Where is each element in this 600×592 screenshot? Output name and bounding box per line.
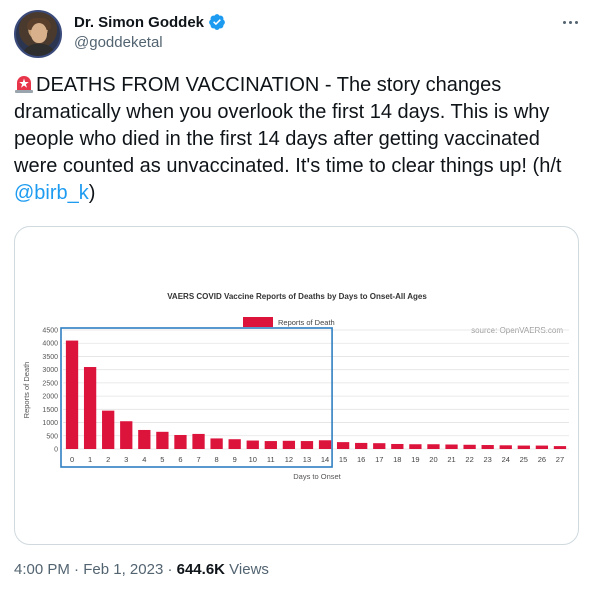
bar-day-5 — [156, 431, 169, 449]
x-tick-label: 10 — [249, 455, 257, 464]
footer-separator: · — [74, 561, 80, 578]
x-tick-label: 27 — [556, 455, 564, 464]
y-tick-label: 3500 — [42, 354, 58, 361]
bar-day-12 — [282, 440, 296, 449]
bar-day-25 — [517, 445, 530, 449]
x-tick-label: 9 — [233, 455, 237, 464]
bar-day-19 — [409, 444, 422, 449]
bar-day-15 — [336, 442, 350, 449]
bar-day-3 — [120, 421, 133, 449]
x-axis-ticks: 0 1 2 3 4 5 6 7 8 9 10 11 12 13 14 15 16 17 18 19 20 21 22 23 24… — [70, 455, 564, 464]
avatar-face — [31, 23, 47, 43]
tweet-footer: 4:00 PM · Feb 1, 2023 · 644.6K Views — [14, 561, 269, 578]
y-tick-label: 2000 — [42, 394, 58, 401]
x-tick-label: 24 — [502, 455, 510, 464]
footer-separator: · — [167, 561, 173, 578]
y-tick-label: 4000 — [42, 341, 58, 348]
bar-day-7 — [192, 433, 205, 449]
chart-image-card[interactable]: VAERS COVID Vaccine Reports of Deaths by… — [14, 226, 579, 545]
x-tick-label: 25 — [520, 455, 528, 464]
x-tick-label: 0 — [70, 455, 74, 464]
tweet-text: DEATHS FROM VACCINATION - The story chan… — [14, 72, 586, 207]
verified-badge-icon — [209, 14, 225, 30]
x-tick-label: 15 — [339, 455, 347, 464]
x-tick-label: 7 — [196, 455, 200, 464]
author-name-row: Dr. Simon Goddek — [74, 13, 226, 31]
mention-link[interactable]: @birb_k — [14, 182, 89, 204]
x-tick-label: 17 — [375, 455, 383, 464]
chart-title: VAERS COVID Vaccine Reports of Deaths by… — [167, 292, 427, 301]
bar-day-4 — [138, 429, 151, 449]
bar-day-26 — [535, 445, 549, 449]
x-tick-label: 16 — [357, 455, 365, 464]
x-tick-label: 5 — [160, 455, 164, 464]
x-tick-label: 4 — [142, 455, 146, 464]
vaers-bar-chart: VAERS COVID Vaccine Reports of Deaths by… — [22, 292, 569, 481]
x-tick-label: 11 — [267, 455, 275, 464]
bar-day-27 — [553, 446, 567, 449]
x-tick-label: 23 — [484, 455, 492, 464]
more-options-icon[interactable] — [558, 12, 582, 32]
bar-day-18 — [391, 443, 404, 449]
x-tick-label: 12 — [285, 455, 293, 464]
x-tick-label: 3 — [124, 455, 128, 464]
bar-day-22 — [463, 444, 476, 449]
bar-day-9 — [228, 439, 241, 449]
siren-icon — [15, 76, 33, 93]
bar-day-17 — [373, 443, 386, 449]
x-tick-label: 14 — [321, 455, 329, 464]
x-tick-label: 2 — [106, 455, 110, 464]
x-tick-label: 1 — [88, 455, 92, 464]
y-tick-label: 1500 — [42, 407, 58, 414]
x-tick-label: 20 — [429, 455, 437, 464]
x-tick-label: 6 — [178, 455, 182, 464]
views-count[interactable]: 644.6K — [177, 561, 225, 578]
y-tick-label: 4500 — [42, 328, 58, 335]
legend-swatch — [243, 317, 273, 327]
tweet-text-main: DEATHS FROM VACCINATION - The story chan… — [14, 74, 562, 177]
y-tick-label: 500 — [46, 433, 58, 440]
y-axis-ticks: 0 500 1000 1500 2000 2500 3000 3500 4000 4500 — [42, 328, 58, 454]
bar-day-0 — [65, 340, 79, 449]
y-tick-label: 2500 — [42, 380, 58, 387]
source-label: source: OpenVAERS.com — [471, 326, 563, 335]
x-tick-label: 26 — [538, 455, 546, 464]
y-axis-label: Reports of Death — [22, 362, 31, 419]
tweet-date[interactable]: Feb 1, 2023 — [83, 561, 163, 578]
y-tick-label: 3000 — [42, 367, 58, 374]
bar-day-13 — [300, 441, 314, 449]
bar-day-6 — [174, 434, 187, 449]
avatar-shirt — [22, 44, 56, 56]
bar-day-1 — [83, 367, 97, 449]
x-tick-label: 19 — [411, 455, 419, 464]
x-tick-label: 18 — [393, 455, 401, 464]
bar-day-14 — [318, 440, 332, 449]
views-label: Views — [229, 561, 269, 578]
author-display-name[interactable]: Dr. Simon Goddek — [74, 14, 204, 31]
x-tick-label: 22 — [465, 455, 473, 464]
x-axis-label: Days to Onset — [293, 472, 341, 481]
bar-day-10 — [246, 440, 259, 449]
x-tick-label: 8 — [215, 455, 219, 464]
legend-label: Reports of Death — [278, 318, 335, 327]
bar-day-23 — [481, 445, 494, 449]
bar-day-16 — [355, 442, 368, 449]
y-tick-label: 1000 — [42, 420, 58, 427]
y-tick-label: 0 — [54, 447, 58, 454]
bar-day-20 — [427, 444, 440, 449]
bar-day-21 — [445, 444, 458, 449]
bar-day-8 — [210, 438, 223, 449]
bar-day-24 — [499, 445, 512, 449]
x-tick-label: 13 — [303, 455, 311, 464]
tweet-time[interactable]: 4:00 PM — [14, 561, 70, 578]
author-handle[interactable]: @goddeketal — [74, 34, 163, 51]
x-tick-label: 21 — [447, 455, 455, 464]
tweet-text-end: ) — [88, 182, 96, 204]
bar-day-11 — [264, 441, 277, 449]
bar-day-2 — [102, 410, 115, 449]
author-avatar[interactable] — [14, 10, 62, 58]
